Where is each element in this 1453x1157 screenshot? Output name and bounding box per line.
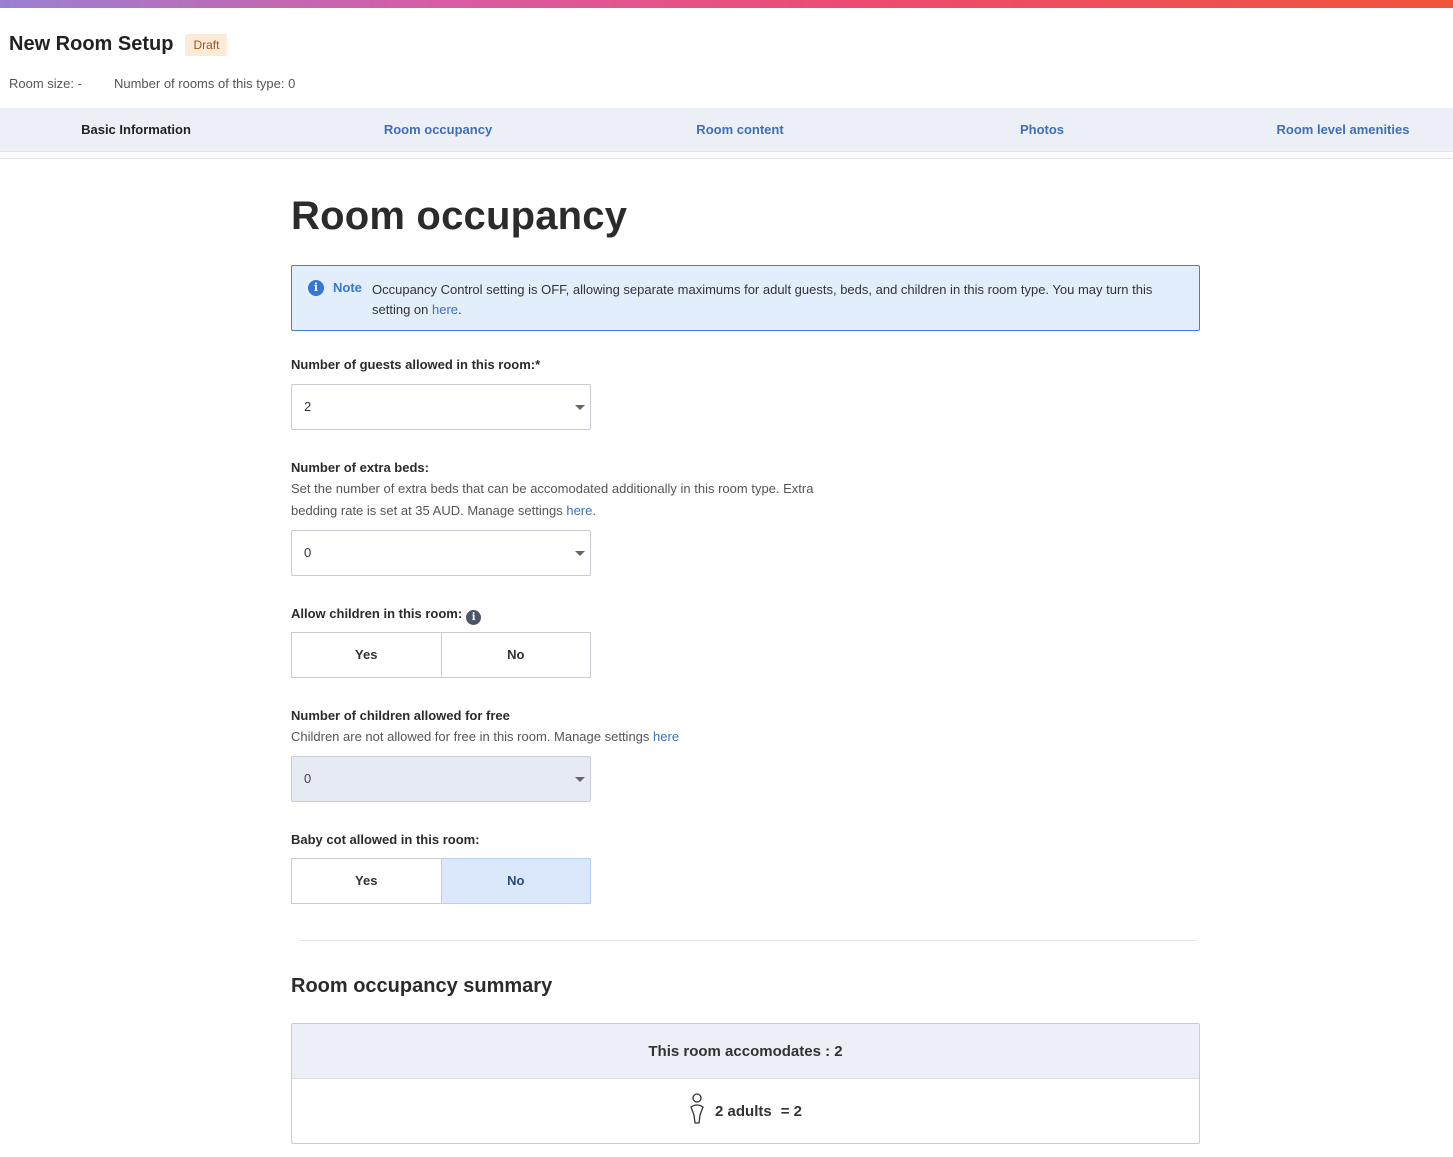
- summary-adults: 2 adults: [715, 1102, 772, 1120]
- tab-room-level-amenities[interactable]: Room level amenities: [1277, 108, 1410, 152]
- setup-tabs: Basic Information Room occupancy Room co…: [0, 108, 1453, 152]
- free-children-label: Number of children allowed for free: [291, 708, 510, 723]
- room-meta: Room size: - Number of rooms of this typ…: [9, 76, 295, 91]
- note-body: Occupancy Control setting is OFF, allowi…: [372, 282, 1153, 317]
- guests-select[interactable]: 2: [291, 384, 591, 430]
- page-header: New Room Setup Draft: [9, 33, 228, 56]
- summary-title: Room occupancy summary: [291, 975, 553, 997]
- section-title: Room occupancy: [291, 194, 628, 238]
- info-icon: i: [308, 280, 324, 296]
- rooms-count-text: Number of rooms of this type: 0: [113, 76, 296, 91]
- occupancy-summary-card: This room accomodates : 2 2 adults = 2: [291, 1023, 1200, 1144]
- baby-cot-no-button[interactable]: No: [441, 858, 591, 904]
- baby-cot-yes-button[interactable]: Yes: [291, 858, 442, 904]
- extra-beds-select-value: 0: [304, 545, 312, 560]
- summary-breakdown: 2 adults = 2: [292, 1079, 1199, 1143]
- note-title: Note: [333, 280, 362, 295]
- extra-beds-helper-suffix: .: [592, 503, 596, 518]
- guests-label: Number of guests allowed in this room:*: [291, 357, 541, 372]
- tab-basic-information[interactable]: Basic Information: [81, 108, 191, 152]
- summary-accommodates: This room accomodates : 2: [292, 1024, 1199, 1079]
- tab-room-occupancy[interactable]: Room occupancy: [384, 108, 492, 152]
- section-divider: [299, 940, 1196, 941]
- children-yes-button[interactable]: Yes: [291, 632, 442, 678]
- extra-beds-label: Number of extra beds:: [291, 460, 429, 475]
- tab-room-content[interactable]: Room content: [696, 108, 783, 152]
- free-children-select: 0: [291, 756, 591, 802]
- children-label: Allow children in this room: i: [291, 606, 482, 625]
- page-title: New Room Setup: [9, 33, 174, 55]
- free-children-helper-text: Children are not allowed for free in thi…: [291, 729, 654, 744]
- children-toggle: Yes No: [291, 632, 591, 678]
- baby-cot-label: Baby cot allowed in this room:: [291, 832, 480, 847]
- extra-beds-helper-text: Set the number of extra beds that can be…: [291, 481, 814, 518]
- note-settings-link[interactable]: here: [432, 302, 458, 317]
- free-children-helper: Children are not allowed for free in thi…: [291, 726, 851, 748]
- occupancy-note: i Note Occupancy Control setting is OFF,…: [291, 265, 1200, 331]
- chevron-down-icon: [575, 777, 585, 782]
- extra-beds-select[interactable]: 0: [291, 530, 591, 576]
- brand-gradient-bar: [0, 0, 1453, 8]
- summary-total: = 2: [780, 1102, 802, 1120]
- tab-divider: [0, 158, 1453, 159]
- room-size-text: Room size: -: [9, 76, 82, 91]
- note-text: Occupancy Control setting is OFF, allowi…: [372, 280, 1182, 320]
- chevron-down-icon: [575, 551, 585, 556]
- tab-photos[interactable]: Photos: [1020, 108, 1064, 152]
- children-no-button[interactable]: No: [441, 632, 591, 678]
- baby-cot-toggle: Yes No: [291, 858, 591, 904]
- extra-beds-settings-link[interactable]: here: [566, 503, 592, 518]
- free-children-settings-link[interactable]: here: [653, 729, 679, 744]
- note-suffix: .: [458, 302, 462, 317]
- guests-select-value: 2: [304, 399, 312, 414]
- extra-beds-helper: Set the number of extra beds that can be…: [291, 478, 851, 522]
- chevron-down-icon: [575, 405, 585, 410]
- status-badge: Draft: [185, 33, 228, 56]
- children-label-text: Allow children in this room:: [291, 606, 463, 621]
- info-icon[interactable]: i: [466, 610, 482, 625]
- person-icon: [689, 1093, 705, 1129]
- free-children-select-value: 0: [304, 771, 312, 786]
